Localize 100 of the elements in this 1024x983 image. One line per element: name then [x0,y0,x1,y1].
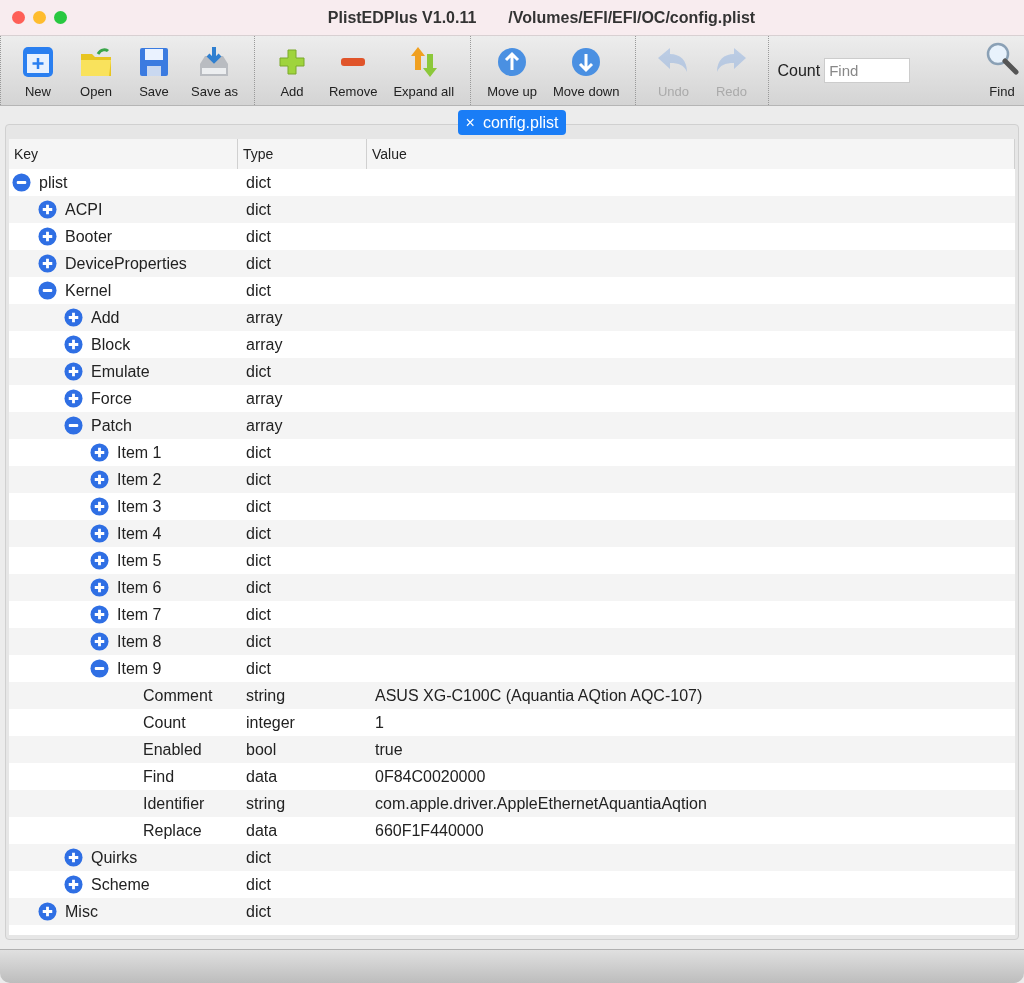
tree-row[interactable]: Misc dict [9,898,1015,925]
tree-row[interactable]: Item 2 dict [9,466,1015,493]
expand-icon[interactable] [90,524,109,543]
toolbar-button[interactable]: Save [125,36,183,105]
collapse-icon[interactable] [38,281,57,300]
type-text: string [246,686,286,704]
expand-icon[interactable] [38,254,57,273]
key-text: Block [91,334,131,355]
type-text: dict [246,362,271,380]
expand-icon[interactable] [38,902,57,921]
key-text: Force [91,388,132,409]
search-icon [984,40,1020,76]
key-text: Find [143,766,175,787]
toolbar-button[interactable]: Open [67,36,125,105]
key-text: Replace [143,820,202,841]
toolbar-button[interactable]: Save as [183,36,246,105]
toolbar-button[interactable]: Move up [479,36,545,105]
toolbar-button[interactable]: Add [263,36,321,105]
find-field[interactable]: Find [824,58,911,83]
expand-icon[interactable] [64,389,83,408]
expand-icon[interactable] [90,605,109,624]
collapse-icon[interactable] [64,416,83,435]
expand-icon[interactable] [64,848,83,867]
type-text: array [246,416,283,434]
expand-icon[interactable] [64,335,83,354]
expand-icon[interactable] [38,227,57,246]
value-text: ASUS XG-C100C (Aquantia AQtion AQC-107) [375,686,703,704]
find-button[interactable]: Find [984,36,1020,105]
expand-icon[interactable] [90,470,109,489]
expand-icon[interactable] [90,551,109,570]
expand-icon[interactable] [64,362,83,381]
tree-row[interactable]: Patch array [9,412,1015,439]
tree-row[interactable]: DeviceProperties dict [9,250,1015,277]
tree-row[interactable]: Add array [9,304,1015,331]
key-text: Item 5 [117,550,162,571]
expand-icon[interactable] [90,578,109,597]
type-text: data [246,821,278,839]
type-text: dict [246,578,271,596]
tree-row[interactable]: Comment string ASUS XG-C100C (Aquantia AQtion AQC-107) [9,682,1015,709]
expand-icon[interactable] [90,632,109,651]
window-title: PlistEDPlus V1.0.11 [327,7,477,28]
key-text: Quirks [91,847,138,868]
key-text: Item 7 [117,604,162,625]
type-text: dict [246,551,271,569]
key-text: Item 2 [117,469,162,490]
type-text: dict [246,497,271,515]
key-text: Patch [91,415,132,436]
key-text: Identifier [143,793,205,814]
collapse-icon[interactable] [12,173,31,192]
toolbar-button[interactable]: Move down [545,36,628,105]
close-window-button[interactable] [12,11,25,24]
key-text: DeviceProperties [65,253,187,274]
tree-row[interactable]: Item 6 dict [9,574,1015,601]
key-text: Scheme [91,874,150,895]
key-text: Item 8 [117,631,162,652]
tree-row[interactable]: ACPI dict [9,196,1015,223]
type-text: dict [246,443,271,461]
new-document-icon [20,44,56,80]
value-text: 0F84C0020000 [375,767,486,785]
key-text: plist [39,172,68,193]
expand-icon[interactable] [64,875,83,894]
value-text: true [375,740,403,758]
value-text: 660F1F440000 [375,821,484,839]
value-text: 1 [375,713,384,731]
tree-row[interactable]: Quirks dict [9,844,1015,871]
type-text: dict [246,848,271,866]
key-text: Kernel [65,280,112,301]
key-text: Item 6 [117,577,162,598]
collapse-icon[interactable] [90,659,109,678]
tree-row[interactable]: Identifier string com.apple.driver.AppleEthernetAquantiaAqtion [9,790,1015,817]
key-text: Misc [65,901,98,922]
minus-icon [341,58,366,66]
file-path: /Volumes/EFI/EFI/OC/config.plist [508,7,756,28]
expand-icon[interactable] [90,443,109,462]
type-text: dict [246,524,271,542]
key-text: Add [91,307,120,328]
key-text: ACPI [65,199,103,220]
toolbar-button[interactable]: New [9,36,67,105]
type-text: array [246,335,283,353]
key-text: Item 4 [117,523,162,544]
type-text: integer [246,713,295,731]
type-text: dict [246,470,271,488]
type-text: dict [246,659,271,677]
toolbar-button[interactable]: Expand all [385,36,463,105]
tab-close-button[interactable]: × [465,110,475,135]
expand-icon[interactable] [64,308,83,327]
expand-icon[interactable] [38,200,57,219]
type-text: dict [246,875,271,893]
expand-icon[interactable] [90,497,109,516]
tree-row[interactable]: Emulate dict [9,358,1015,385]
value-text: com.apple.driver.AppleEthernetAquantiaAqtion [375,794,707,812]
type-text: string [246,794,286,812]
key-text: Item 1 [117,442,162,463]
type-text: data [246,767,278,785]
tree-row[interactable]: Item 4 dict [9,520,1015,547]
tree-row[interactable]: Enabled bool true [9,736,1015,763]
tree-row[interactable]: Item 8 dict [9,628,1015,655]
toolbar-button[interactable]: Remove [321,36,386,105]
type-text: dict [246,281,271,299]
file-tab[interactable]: × config.plist [457,110,567,135]
